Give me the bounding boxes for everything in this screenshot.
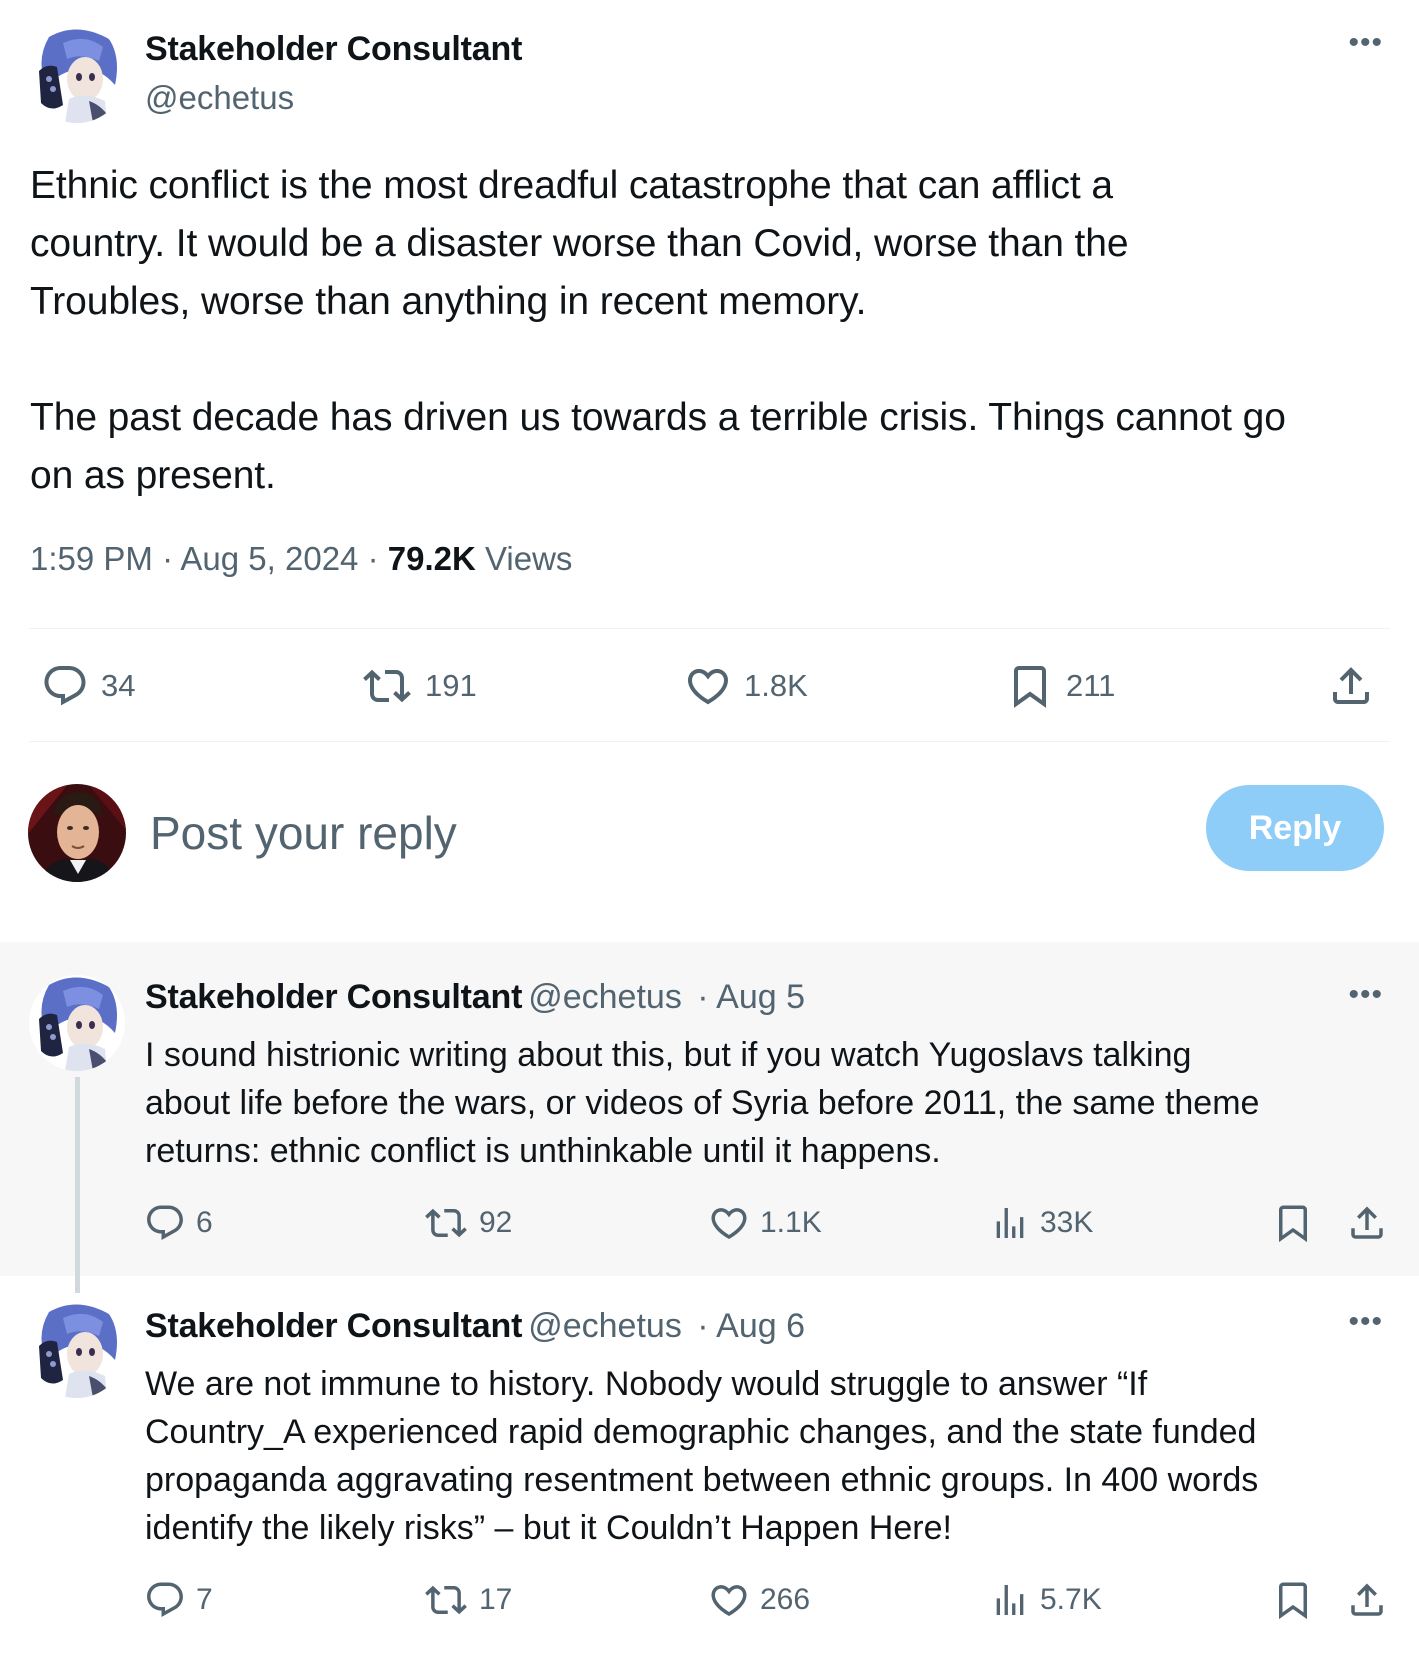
share-icon: [1346, 1202, 1388, 1244]
like-button[interactable]: 1.1K: [708, 1202, 822, 1244]
like-button[interactable]: 266: [708, 1579, 810, 1621]
repost-icon: [423, 1202, 469, 1244]
repost-icon: [361, 662, 413, 710]
author-avatar[interactable]: [29, 975, 125, 1071]
author-name[interactable]: Stakeholder Consultant: [145, 978, 522, 1016]
reply-text: I sound histrionic writing about this, b…: [145, 1036, 1260, 1170]
repost-count: 17: [479, 1583, 513, 1616]
reply-date[interactable]: Aug 5: [716, 978, 805, 1016]
tweet-time[interactable]: 1:59 PM: [30, 540, 153, 577]
tweet-actions: 34 191 1.8K 211: [0, 628, 1419, 742]
author-avatar[interactable]: [29, 27, 125, 123]
author-avatar[interactable]: [29, 1302, 125, 1398]
reply-count: 7: [196, 1583, 213, 1616]
meta-separator: ·: [687, 1307, 717, 1345]
heart-icon: [684, 662, 732, 710]
reply-icon: [41, 662, 89, 710]
more-options-icon[interactable]: •••: [1348, 980, 1383, 1010]
reply-icon: [144, 1579, 186, 1621]
meta-separator: ·: [358, 540, 388, 577]
more-options-icon[interactable]: •••: [1348, 28, 1383, 58]
reply-submit-button[interactable]: Reply: [1206, 785, 1384, 871]
bookmark-icon: [1006, 662, 1054, 710]
views-button[interactable]: 33K: [990, 1202, 1093, 1244]
views-count: 33K: [1040, 1206, 1094, 1239]
author-handle[interactable]: @echetus: [528, 978, 682, 1016]
heart-icon: [708, 1202, 750, 1244]
meta-separator: ·: [152, 540, 181, 577]
main-tweet: Stakeholder Consultant @echetus ••• Ethn…: [0, 0, 1419, 940]
repost-count: 191: [425, 668, 477, 703]
author-name[interactable]: Stakeholder Consultant: [145, 1307, 522, 1345]
like-count: 1.1K: [760, 1206, 822, 1239]
views-count: 5.7K: [1040, 1583, 1102, 1616]
reply-composer: Post your reply Reply: [0, 770, 1419, 890]
like-button[interactable]: 1.8K: [684, 662, 808, 710]
reply-date[interactable]: Aug 6: [716, 1307, 805, 1345]
analytics-icon: [990, 1579, 1030, 1621]
share-icon: [1346, 1579, 1388, 1621]
share-button[interactable]: [1346, 1579, 1388, 1621]
reply-icon: [144, 1202, 186, 1244]
bookmark-count: 211: [1066, 668, 1116, 703]
thread-reply[interactable]: Stakeholder Consultant @echetus · Aug 6 •…: [0, 1276, 1419, 1655]
repost-button[interactable]: 17: [423, 1579, 512, 1621]
reply-count: 6: [196, 1206, 213, 1239]
views-label: Views: [484, 540, 573, 577]
share-button[interactable]: [1327, 662, 1375, 710]
reply-actions: 7 17 266 5.7K: [0, 1571, 1419, 1631]
reply-button[interactable]: 6: [144, 1202, 213, 1244]
share-button[interactable]: [1346, 1202, 1388, 1244]
like-count: 1.8K: [744, 668, 808, 703]
tweet-text: Ethnic conflict is the most dreadful cat…: [30, 164, 1286, 497]
tweet-date[interactable]: Aug 5, 2024: [180, 540, 358, 577]
thread-connector-line: [75, 1077, 80, 1293]
repost-icon: [423, 1579, 469, 1621]
bookmark-button[interactable]: 211: [1006, 662, 1115, 710]
analytics-icon: [990, 1202, 1030, 1244]
heart-icon: [708, 1579, 750, 1621]
author-name[interactable]: Stakeholder Consultant: [145, 30, 522, 69]
thread-reply[interactable]: Stakeholder Consultant @echetus · Aug 5 •…: [0, 942, 1419, 1276]
reply-input[interactable]: Post your reply: [150, 806, 457, 860]
tweet-meta: 1:59 PM · Aug 5, 2024 · 79.2K Views: [30, 540, 572, 578]
bookmark-button[interactable]: [1272, 1202, 1314, 1244]
author-handle[interactable]: @echetus: [145, 79, 294, 117]
reply-actions: 6 92 1.1K 33K: [0, 1194, 1419, 1254]
more-options-icon[interactable]: •••: [1348, 1307, 1383, 1337]
repost-button[interactable]: 191: [361, 662, 477, 710]
reply-header: Stakeholder Consultant @echetus · Aug 5: [145, 978, 805, 1017]
repost-button[interactable]: 92: [423, 1202, 512, 1244]
reply-count: 34: [101, 668, 136, 703]
author-handle[interactable]: @echetus: [528, 1307, 682, 1345]
share-icon: [1327, 662, 1375, 710]
reply-button[interactable]: 34: [41, 662, 135, 710]
bookmark-icon: [1272, 1202, 1314, 1244]
reply-text: We are not immune to history. Nobody wou…: [145, 1365, 1259, 1547]
reply-header: Stakeholder Consultant @echetus · Aug 6: [145, 1307, 805, 1346]
views-count: 79.2K: [387, 540, 476, 577]
bookmark-icon: [1272, 1579, 1314, 1621]
bookmark-button[interactable]: [1272, 1579, 1314, 1621]
meta-separator: ·: [687, 978, 717, 1016]
reply-button[interactable]: 7: [144, 1579, 213, 1621]
like-count: 266: [760, 1583, 811, 1616]
divider: [29, 741, 1390, 742]
views-button[interactable]: 5.7K: [990, 1579, 1102, 1621]
current-user-avatar[interactable]: [28, 784, 126, 882]
repost-count: 92: [479, 1206, 513, 1239]
